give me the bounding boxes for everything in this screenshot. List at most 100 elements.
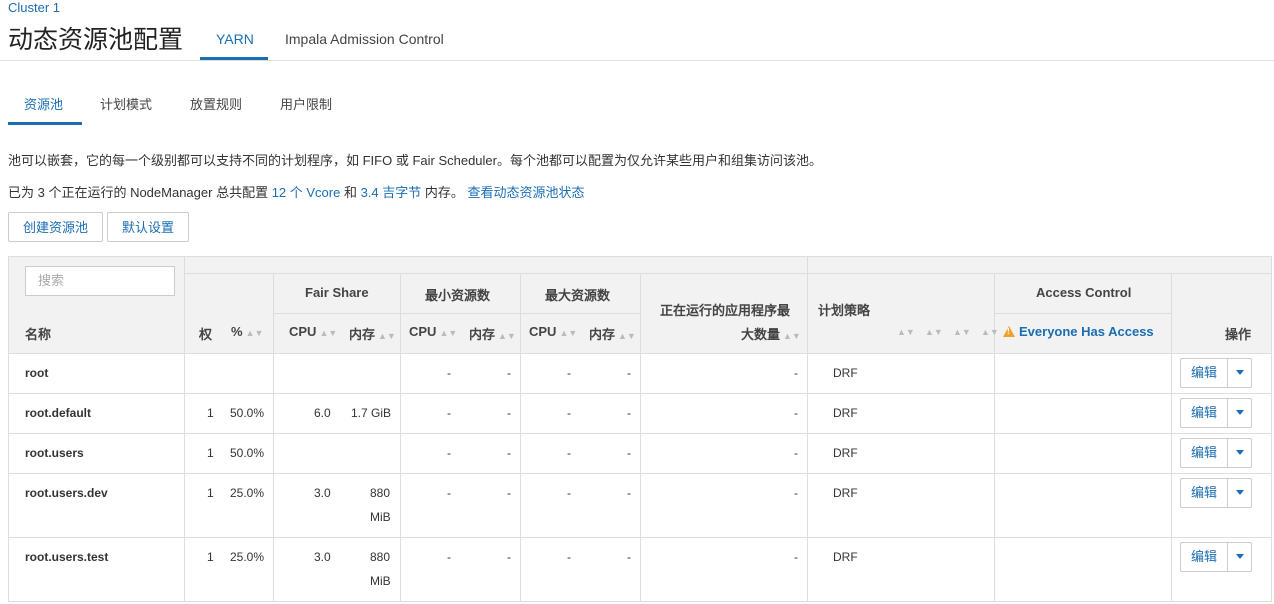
col-header-max-running-apps: 正在运行的应用程序最 bbox=[660, 303, 791, 318]
edit-label: 编辑 bbox=[1190, 445, 1217, 460]
col-header-weight[interactable]: 权 bbox=[199, 324, 212, 343]
max-memory-label: 内存 bbox=[589, 327, 616, 342]
subtab-user-limits[interactable]: 用户限制 bbox=[280, 94, 332, 113]
max-memory: - bbox=[627, 550, 631, 564]
min-cpu: - bbox=[447, 406, 451, 420]
max-running-apps: - bbox=[794, 550, 798, 564]
percent: 50.0% bbox=[230, 406, 265, 420]
min-cpu: - bbox=[447, 366, 451, 380]
sort-icon: ▲▼ bbox=[378, 331, 396, 341]
col-header-min-memory[interactable]: 内存 ▲▼ bbox=[469, 324, 516, 343]
everyone-has-access[interactable]: ! Everyone Has Access bbox=[1003, 324, 1154, 339]
edit-button[interactable]: 编辑 bbox=[1180, 542, 1252, 572]
create-pool-button[interactable]: 创建资源池 bbox=[8, 212, 103, 242]
col-group-max-resources: 最大资源数 bbox=[545, 288, 611, 303]
sort-icon[interactable]: ▲▼ bbox=[953, 327, 971, 337]
tab-yarn[interactable]: YARN bbox=[216, 31, 254, 47]
chevron-down-icon[interactable] bbox=[1236, 370, 1244, 375]
min-cpu: - bbox=[447, 550, 451, 564]
fair-share-cpu: 6.0 bbox=[314, 406, 331, 420]
weight: 1 bbox=[207, 486, 214, 500]
col-header-name[interactable]: 名称 bbox=[25, 324, 51, 343]
max-cpu: - bbox=[567, 550, 571, 564]
edit-label: 编辑 bbox=[1190, 365, 1217, 380]
pool-name: root bbox=[25, 366, 49, 380]
col-group-access-control: Access Control bbox=[1036, 285, 1132, 300]
col-group-fair-share: Fair Share bbox=[305, 285, 369, 300]
scheduling-policy: DRF bbox=[833, 446, 858, 460]
col-header-fs-memory[interactable]: 内存 ▲▼ bbox=[349, 324, 396, 343]
active-subtab-indicator bbox=[8, 122, 82, 125]
sort-icon[interactable]: ▲▼ bbox=[925, 327, 943, 337]
pool-name: root.users.dev bbox=[25, 486, 108, 500]
edit-button[interactable]: 编辑 bbox=[1180, 358, 1252, 388]
weight: 1 bbox=[207, 446, 214, 460]
max-memory: - bbox=[627, 366, 631, 380]
edit-label: 编辑 bbox=[1190, 485, 1217, 500]
edit-button[interactable]: 编辑 bbox=[1180, 478, 1252, 508]
col-header-max-memory[interactable]: 内存 ▲▼ bbox=[589, 324, 636, 343]
max-running-apps: - bbox=[794, 406, 798, 420]
subtab-placement-rules[interactable]: 放置规则 bbox=[190, 94, 242, 113]
col-header-percent[interactable]: % ▲▼ bbox=[231, 324, 263, 339]
max-memory: - bbox=[627, 486, 631, 500]
pool-status-link[interactable]: 查看动态资源池状态 bbox=[468, 185, 585, 200]
fair-share-memory: 880 bbox=[370, 486, 391, 500]
resource-pools-table: 搜索 名称 权 % ▲▼ Fair Share CPU ▲▼ 内存 ▲▼ 最小资源数 … bbox=[8, 256, 1272, 602]
min-memory: - bbox=[507, 486, 511, 500]
cluster-link[interactable]: Cluster 1 bbox=[8, 0, 60, 15]
pool-name: root.users.test bbox=[25, 550, 109, 564]
edit-button[interactable]: 编辑 bbox=[1180, 398, 1252, 428]
chevron-down-icon[interactable] bbox=[1236, 490, 1244, 495]
pool-name: root.users bbox=[25, 446, 84, 460]
max-cpu-label: CPU bbox=[529, 324, 557, 339]
edit-label: 编辑 bbox=[1190, 405, 1217, 420]
fair-share-memory-unit: MiB bbox=[370, 510, 391, 524]
col-header-fs-cpu[interactable]: CPU ▲▼ bbox=[289, 324, 337, 339]
col-header-actions: 操作 bbox=[1225, 327, 1252, 342]
vcore-link[interactable]: 12 个 Vcore bbox=[272, 185, 341, 200]
min-memory: - bbox=[507, 446, 511, 460]
sort-icon: ▲▼ bbox=[618, 331, 636, 341]
default-settings-button[interactable]: 默认设置 bbox=[107, 212, 189, 242]
min-cpu: - bbox=[447, 446, 451, 460]
fair-share-memory: 1.7 GiB bbox=[351, 406, 392, 420]
page-title: 动态资源池配置 bbox=[8, 25, 184, 54]
sort-icon[interactable]: ▲▼ bbox=[981, 327, 999, 337]
weight: 1 bbox=[207, 550, 214, 564]
min-memory-label: 内存 bbox=[469, 327, 496, 342]
max-cpu: - bbox=[567, 366, 571, 380]
min-cpu-label: CPU bbox=[409, 324, 437, 339]
tab-impala-admission-control[interactable]: Impala Admission Control bbox=[285, 31, 444, 47]
chevron-down-icon[interactable] bbox=[1236, 450, 1244, 455]
memory-link[interactable]: 3.4 吉字节 bbox=[361, 185, 422, 200]
col-header-min-cpu[interactable]: CPU ▲▼ bbox=[409, 324, 457, 339]
max-running-apps: - bbox=[794, 366, 798, 380]
col-group-min-resources: 最小资源数 bbox=[425, 288, 491, 303]
scheduling-policy: DRF bbox=[833, 366, 858, 380]
sort-icon: ▲▼ bbox=[783, 331, 801, 341]
sort-icon[interactable]: ▲▼ bbox=[897, 327, 915, 337]
fs-cpu-label: CPU bbox=[289, 324, 317, 339]
max-apps-label: 大数量 bbox=[741, 327, 781, 342]
chevron-down-icon[interactable] bbox=[1236, 410, 1244, 415]
search-input[interactable]: 搜索 bbox=[25, 266, 175, 296]
min-memory: - bbox=[507, 550, 511, 564]
fair-share-cpu: 3.0 bbox=[314, 486, 331, 500]
capacity-prefix: 已为 3 个正在运行的 NodeManager 总共配置 bbox=[8, 185, 272, 200]
min-cpu: - bbox=[447, 486, 451, 500]
col-header-scheduling-policy: 计划策略 bbox=[818, 303, 871, 318]
max-running-apps: - bbox=[794, 486, 798, 500]
edit-button[interactable]: 编辑 bbox=[1180, 438, 1252, 468]
capacity-and: 和 bbox=[340, 185, 361, 200]
percent-label: % bbox=[231, 324, 243, 339]
fair-share-cpu: 3.0 bbox=[314, 550, 331, 564]
col-header-max-running-apps-line2[interactable]: 大数量 ▲▼ bbox=[741, 324, 801, 343]
col-header-max-cpu[interactable]: CPU ▲▼ bbox=[529, 324, 577, 339]
subtab-scheduling-mode[interactable]: 计划模式 bbox=[100, 94, 152, 113]
subtab-resource-pools[interactable]: 资源池 bbox=[24, 94, 63, 113]
max-memory: - bbox=[627, 406, 631, 420]
sort-icon: ▲▼ bbox=[319, 328, 338, 338]
chevron-down-icon[interactable] bbox=[1236, 554, 1244, 559]
percent: 25.0% bbox=[230, 486, 265, 500]
